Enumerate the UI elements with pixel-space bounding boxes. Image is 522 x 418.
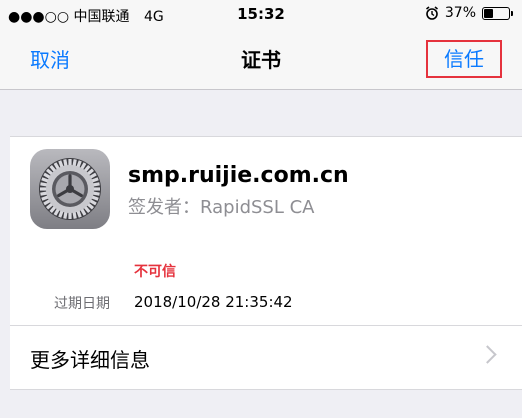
settings-gear-icon bbox=[30, 149, 110, 229]
battery-nub bbox=[511, 10, 513, 16]
more-details-label: 更多详细信息 bbox=[30, 348, 150, 372]
expiry-date-value: 2018/10/28 21:35:42 bbox=[134, 293, 293, 311]
expiry-date-label: 过期日期 bbox=[54, 296, 110, 312]
certificate-card: smp.ruijie.com.cn 签发者：RapidSSL CA 不可信 过期… bbox=[10, 136, 522, 390]
more-details-row[interactable]: 更多详细信息 bbox=[10, 326, 522, 388]
battery-percent: 37% bbox=[444, 5, 476, 21]
trust-button[interactable]: 信任 bbox=[426, 40, 502, 78]
certificate-domain: smp.ruijie.com.cn bbox=[128, 163, 349, 188]
certificate-issuer: 签发者：RapidSSL CA bbox=[128, 197, 315, 218]
battery-icon bbox=[482, 6, 513, 20]
alarm-clock-icon bbox=[425, 6, 438, 20]
navigation-bar: 取消 证书 信任 bbox=[0, 28, 522, 90]
status-bar: ●●●○○ 中国联通 4G 15:32 37% bbox=[0, 0, 522, 28]
battery-level bbox=[484, 8, 493, 18]
trust-status-label: 不可信 bbox=[134, 264, 176, 280]
gear-icon bbox=[39, 158, 101, 220]
chevron-right-icon bbox=[478, 345, 497, 364]
status-right: 37% bbox=[425, 5, 513, 21]
